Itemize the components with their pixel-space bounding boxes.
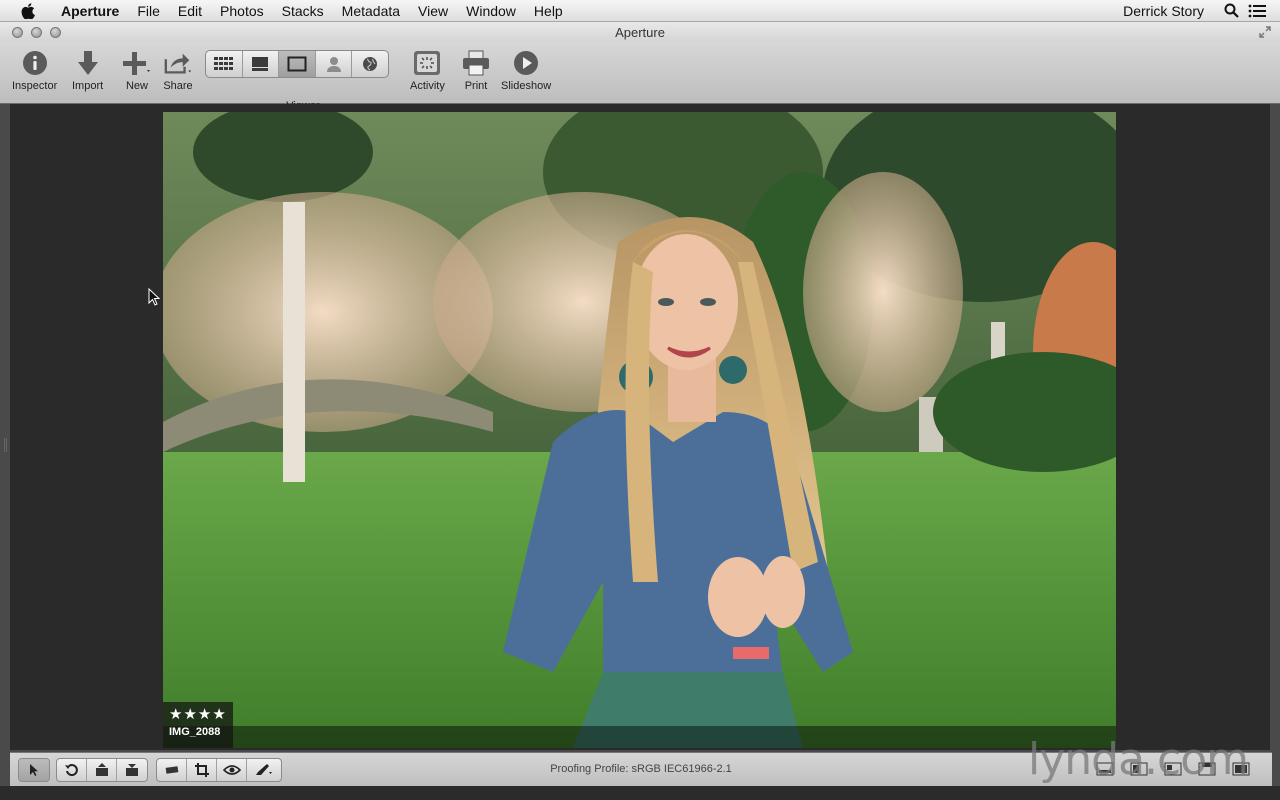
menu-view[interactable]: View [409, 0, 457, 22]
menu-metadata[interactable]: Metadata [333, 0, 409, 22]
import-label: Import [72, 80, 104, 92]
globe-icon [363, 57, 378, 71]
print-button[interactable]: Print [461, 48, 491, 92]
menu-stacks[interactable]: Stacks [273, 0, 333, 22]
menu-photos[interactable]: Photos [211, 0, 273, 22]
info-icon [20, 48, 50, 78]
lynda-watermark-logo: lynda.com [1028, 734, 1249, 785]
photo-filename: IMG_2088 [169, 726, 221, 738]
menu-file[interactable]: File [128, 0, 169, 22]
window-title: Aperture [615, 24, 665, 40]
browser-grid-button[interactable] [206, 51, 243, 77]
share-label: Share [163, 80, 193, 92]
window-controls [12, 27, 61, 38]
zoom-window-button[interactable] [50, 27, 61, 38]
print-label: Print [464, 80, 488, 92]
new-label: New [125, 80, 148, 92]
slideshow-label: Slideshow [501, 80, 552, 92]
minimize-window-button[interactable] [31, 27, 42, 38]
notification-list-icon[interactable] [1244, 0, 1270, 22]
inspector-button[interactable]: Inspector [12, 48, 57, 92]
photo-caption-strip [163, 726, 1116, 748]
star-rating[interactable]: ★★★★ [169, 705, 227, 725]
share-icon [163, 48, 193, 78]
split-view-button[interactable] [243, 51, 280, 77]
spotlight-search-icon[interactable] [1218, 0, 1244, 22]
places-button[interactable] [352, 51, 388, 77]
menu-aperture[interactable]: Aperture [52, 0, 128, 22]
photo-info-badge: ★★★★ IMG_2088 [163, 702, 233, 748]
person-icon [326, 57, 341, 72]
slideshow-button[interactable]: Slideshow [501, 48, 551, 92]
user-name-menu[interactable]: Derrick Story [1109, 3, 1218, 19]
plus-icon [122, 48, 152, 78]
grid-icon [213, 57, 233, 70]
share-button[interactable]: Share [163, 48, 193, 92]
inspector-label: Inspector [12, 80, 58, 92]
viewer-button[interactable] [279, 51, 316, 77]
menu-bar: Aperture File Edit Photos Stacks Metadat… [0, 0, 1280, 22]
new-button[interactable]: New [122, 48, 152, 92]
sidebar-resize-handle[interactable] [4, 438, 7, 452]
faces-button[interactable] [316, 51, 353, 77]
import-arrow-icon [73, 48, 103, 78]
title-bar: Aperture [0, 22, 1280, 42]
menu-window[interactable]: Window [457, 0, 525, 22]
close-window-button[interactable] [12, 27, 23, 38]
single-viewer-icon [287, 56, 307, 72]
window-bottom-edge [0, 786, 1280, 800]
toolbar: Inspector Import New Share Activity Prin… [0, 42, 1280, 112]
mouse-pointer-icon [148, 287, 161, 311]
activity-label: Activity [410, 80, 445, 92]
activity-icon [412, 48, 442, 78]
play-icon [511, 48, 541, 78]
photo-image[interactable] [163, 112, 1116, 748]
menu-help[interactable]: Help [525, 0, 572, 22]
menu-edit[interactable]: Edit [169, 0, 211, 22]
activity-button[interactable]: Activity [410, 48, 445, 92]
import-button[interactable]: Import [72, 48, 103, 92]
fullscreen-icon[interactable] [1258, 25, 1272, 39]
apple-icon[interactable] [18, 2, 38, 19]
filmstrip-icon [252, 57, 269, 71]
viewer-mode-control [205, 50, 389, 78]
printer-icon [461, 48, 491, 78]
